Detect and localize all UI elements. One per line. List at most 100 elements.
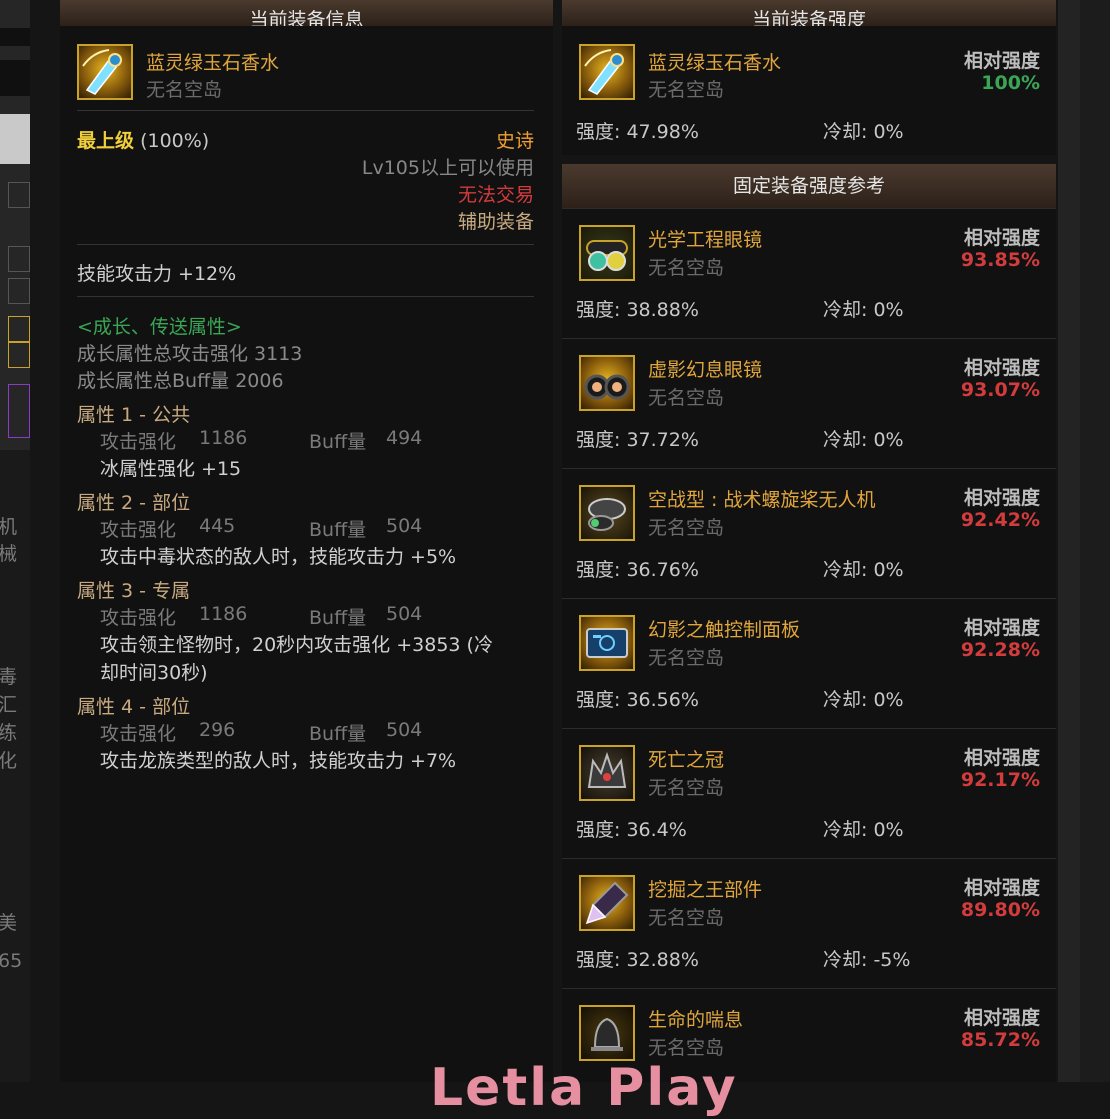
trade-status: 无法交易 <box>457 184 534 206</box>
attribute-buff-value: 504 <box>386 515 423 537</box>
tablet-icon <box>579 615 635 671</box>
reference-item-card[interactable]: 虚影幻息眼镜 无名空岛 相对强度 93.07% 强度: 37.72% 冷却: 0… <box>562 338 1056 469</box>
perfume-icon[interactable] <box>77 44 133 100</box>
relative-strength-value: 85.72% <box>960 1029 1040 1051</box>
item-server: 无名空岛 <box>648 777 725 799</box>
attribute-attack-value: 1186 <box>199 603 248 625</box>
cooldown-value: 冷却: 0% <box>823 299 904 321</box>
cooldown-value: 冷却: 0% <box>823 429 904 451</box>
attribute-title: 属性 1 - 公共 <box>77 404 191 426</box>
background-left-strip: 机械 毒 汇 练 化 美 65 <box>0 0 30 1082</box>
background-text: 65 <box>0 950 23 972</box>
divider <box>77 244 534 245</box>
attribute-title: 属性 3 - 专属 <box>77 580 191 602</box>
item-name: 空战型 : 战术螺旋桨无人机 <box>648 489 876 511</box>
strength-value: 强度: 37.72% <box>576 429 699 451</box>
attribute-buff-value: 494 <box>386 427 423 449</box>
item-name: 挖掘之王部件 <box>648 879 763 901</box>
background-text: 毒 <box>0 666 18 688</box>
attribute-buff-value: 504 <box>386 719 423 741</box>
reference-item-card[interactable]: 幻影之触控制面板 无名空岛 相对强度 92.28% 强度: 36.56% 冷却:… <box>562 598 1056 729</box>
rarity-label: 史诗 <box>495 130 534 152</box>
item-server: 无名空岛 <box>648 257 725 279</box>
relative-strength-value: 92.42% <box>960 509 1040 531</box>
grade-percent: (100%) <box>140 130 210 152</box>
current-strength-panel: 当前装备强度 蓝灵绿玉石香水 无名空岛 相对强度 100% 强度: 47.98%… <box>562 0 1056 155</box>
strength-value: 强度: 38.88% <box>576 299 699 321</box>
cooldown-value: 冷却: 0% <box>823 819 904 841</box>
background-text: 练 <box>0 722 18 744</box>
divider <box>77 296 534 297</box>
background-slot <box>8 182 30 208</box>
watermark: Letla Play <box>430 1058 738 1118</box>
background-text: 机械 <box>0 516 18 565</box>
attribute-attack-value: 296 <box>199 719 236 741</box>
attribute-attack-label: 攻击强化 <box>100 431 177 453</box>
bell-icon <box>579 1005 635 1061</box>
item-server: 无名空岛 <box>648 387 725 409</box>
item-name: 生命的喘息 <box>648 1009 744 1031</box>
item-name: 虚影幻息眼镜 <box>648 359 763 381</box>
item-name: 蓝灵绿玉石香水 <box>648 52 782 74</box>
strength-value: 强度: 47.98% <box>576 121 699 143</box>
relative-strength-label: 相对强度 <box>963 50 1040 72</box>
relative-strength-label: 相对强度 <box>963 227 1040 249</box>
attribute-buff-label: Buff量 <box>309 607 367 629</box>
growth-header: <成长、传送属性> <box>77 316 242 338</box>
panel-title: 当前装备强度 <box>562 0 1056 26</box>
attribute-attack-label: 攻击强化 <box>100 607 177 629</box>
background-slot <box>8 342 30 368</box>
attribute-attack-label: 攻击强化 <box>100 723 177 745</box>
strength-value: 强度: 36.76% <box>576 559 699 581</box>
attribute-effect: 攻击龙族类型的敌人时，技能攻击力 +7% <box>100 750 457 772</box>
reference-item-card[interactable]: 空战型 : 战术螺旋桨无人机 无名空岛 相对强度 92.42% 强度: 36.7… <box>562 468 1056 599</box>
relative-strength-value: 100% <box>981 72 1040 94</box>
grade-line: 最上级 (100%) <box>77 126 209 153</box>
item-name: 死亡之冠 <box>648 749 725 771</box>
reference-item-card[interactable]: 光学工程眼镜 无名空岛 相对强度 93.85% 强度: 38.88% 冷却: 0… <box>562 208 1056 339</box>
relative-strength-label: 相对强度 <box>963 617 1040 639</box>
relative-strength-value: 93.07% <box>960 379 1040 401</box>
relative-strength-label: 相对强度 <box>963 487 1040 509</box>
attribute-title: 属性 2 - 部位 <box>77 492 191 514</box>
goggles-icon <box>579 225 635 281</box>
item-server: 无名空岛 <box>648 907 725 929</box>
background-slot <box>8 316 30 342</box>
background-slot <box>8 278 30 304</box>
background-block <box>0 114 30 164</box>
equipment-info-panel: 当前装备信息 蓝灵绿玉石香水 无名空岛 最上级 (100%) 史诗 Lv105以… <box>60 0 553 1082</box>
background-text: 化 <box>0 750 18 772</box>
cooldown-value: 冷却: 0% <box>823 689 904 711</box>
drone-icon <box>579 485 635 541</box>
item-name: 蓝灵绿玉石香水 <box>146 52 280 74</box>
slot-type: 辅助装备 <box>457 211 534 233</box>
attribute-title: 属性 4 - 部位 <box>77 696 191 718</box>
panel-title: 固定装备强度参考 <box>562 164 1056 208</box>
relative-strength-value: 93.85% <box>960 249 1040 271</box>
background-slot <box>8 384 30 438</box>
item-server: 无名空岛 <box>648 517 725 539</box>
strength-value: 强度: 36.4% <box>576 819 687 841</box>
attribute-effect: 攻击中毒状态的敌人时，技能攻击力 +5% <box>100 546 457 568</box>
divider <box>77 110 534 111</box>
reference-item-card[interactable]: 挖掘之王部件 无名空岛 相对强度 89.80% 强度: 32.88% 冷却: -… <box>562 858 1056 989</box>
reference-item-card[interactable]: 死亡之冠 无名空岛 相对强度 92.17% 强度: 36.4% 冷却: 0% <box>562 728 1056 859</box>
attribute-effect: 攻击领主怪物时，20秒内攻击强化 +3853 (冷 <box>100 634 493 656</box>
relative-strength-label: 相对强度 <box>963 877 1040 899</box>
item-server: 无名空岛 <box>648 1037 725 1059</box>
attribute-attack-label: 攻击强化 <box>100 519 177 541</box>
cooldown-value: 冷却: -5% <box>823 949 911 971</box>
binoculars-icon <box>579 355 635 411</box>
item-name: 光学工程眼镜 <box>648 229 763 251</box>
item-server: 无名空岛 <box>648 647 725 669</box>
item-server: 无名空岛 <box>146 79 223 101</box>
background-text: 汇 <box>0 694 18 716</box>
perfume-icon[interactable] <box>579 44 635 100</box>
relative-strength-value: 92.28% <box>960 639 1040 661</box>
strength-value: 强度: 32.88% <box>576 949 699 971</box>
relative-strength-value: 89.80% <box>960 899 1040 921</box>
cooldown-value: 冷却: 0% <box>823 121 904 143</box>
relative-strength-label: 相对强度 <box>963 357 1040 379</box>
growth-total-buff: 成长属性总Buff量 2006 <box>77 370 284 392</box>
strength-value: 强度: 36.56% <box>576 689 699 711</box>
